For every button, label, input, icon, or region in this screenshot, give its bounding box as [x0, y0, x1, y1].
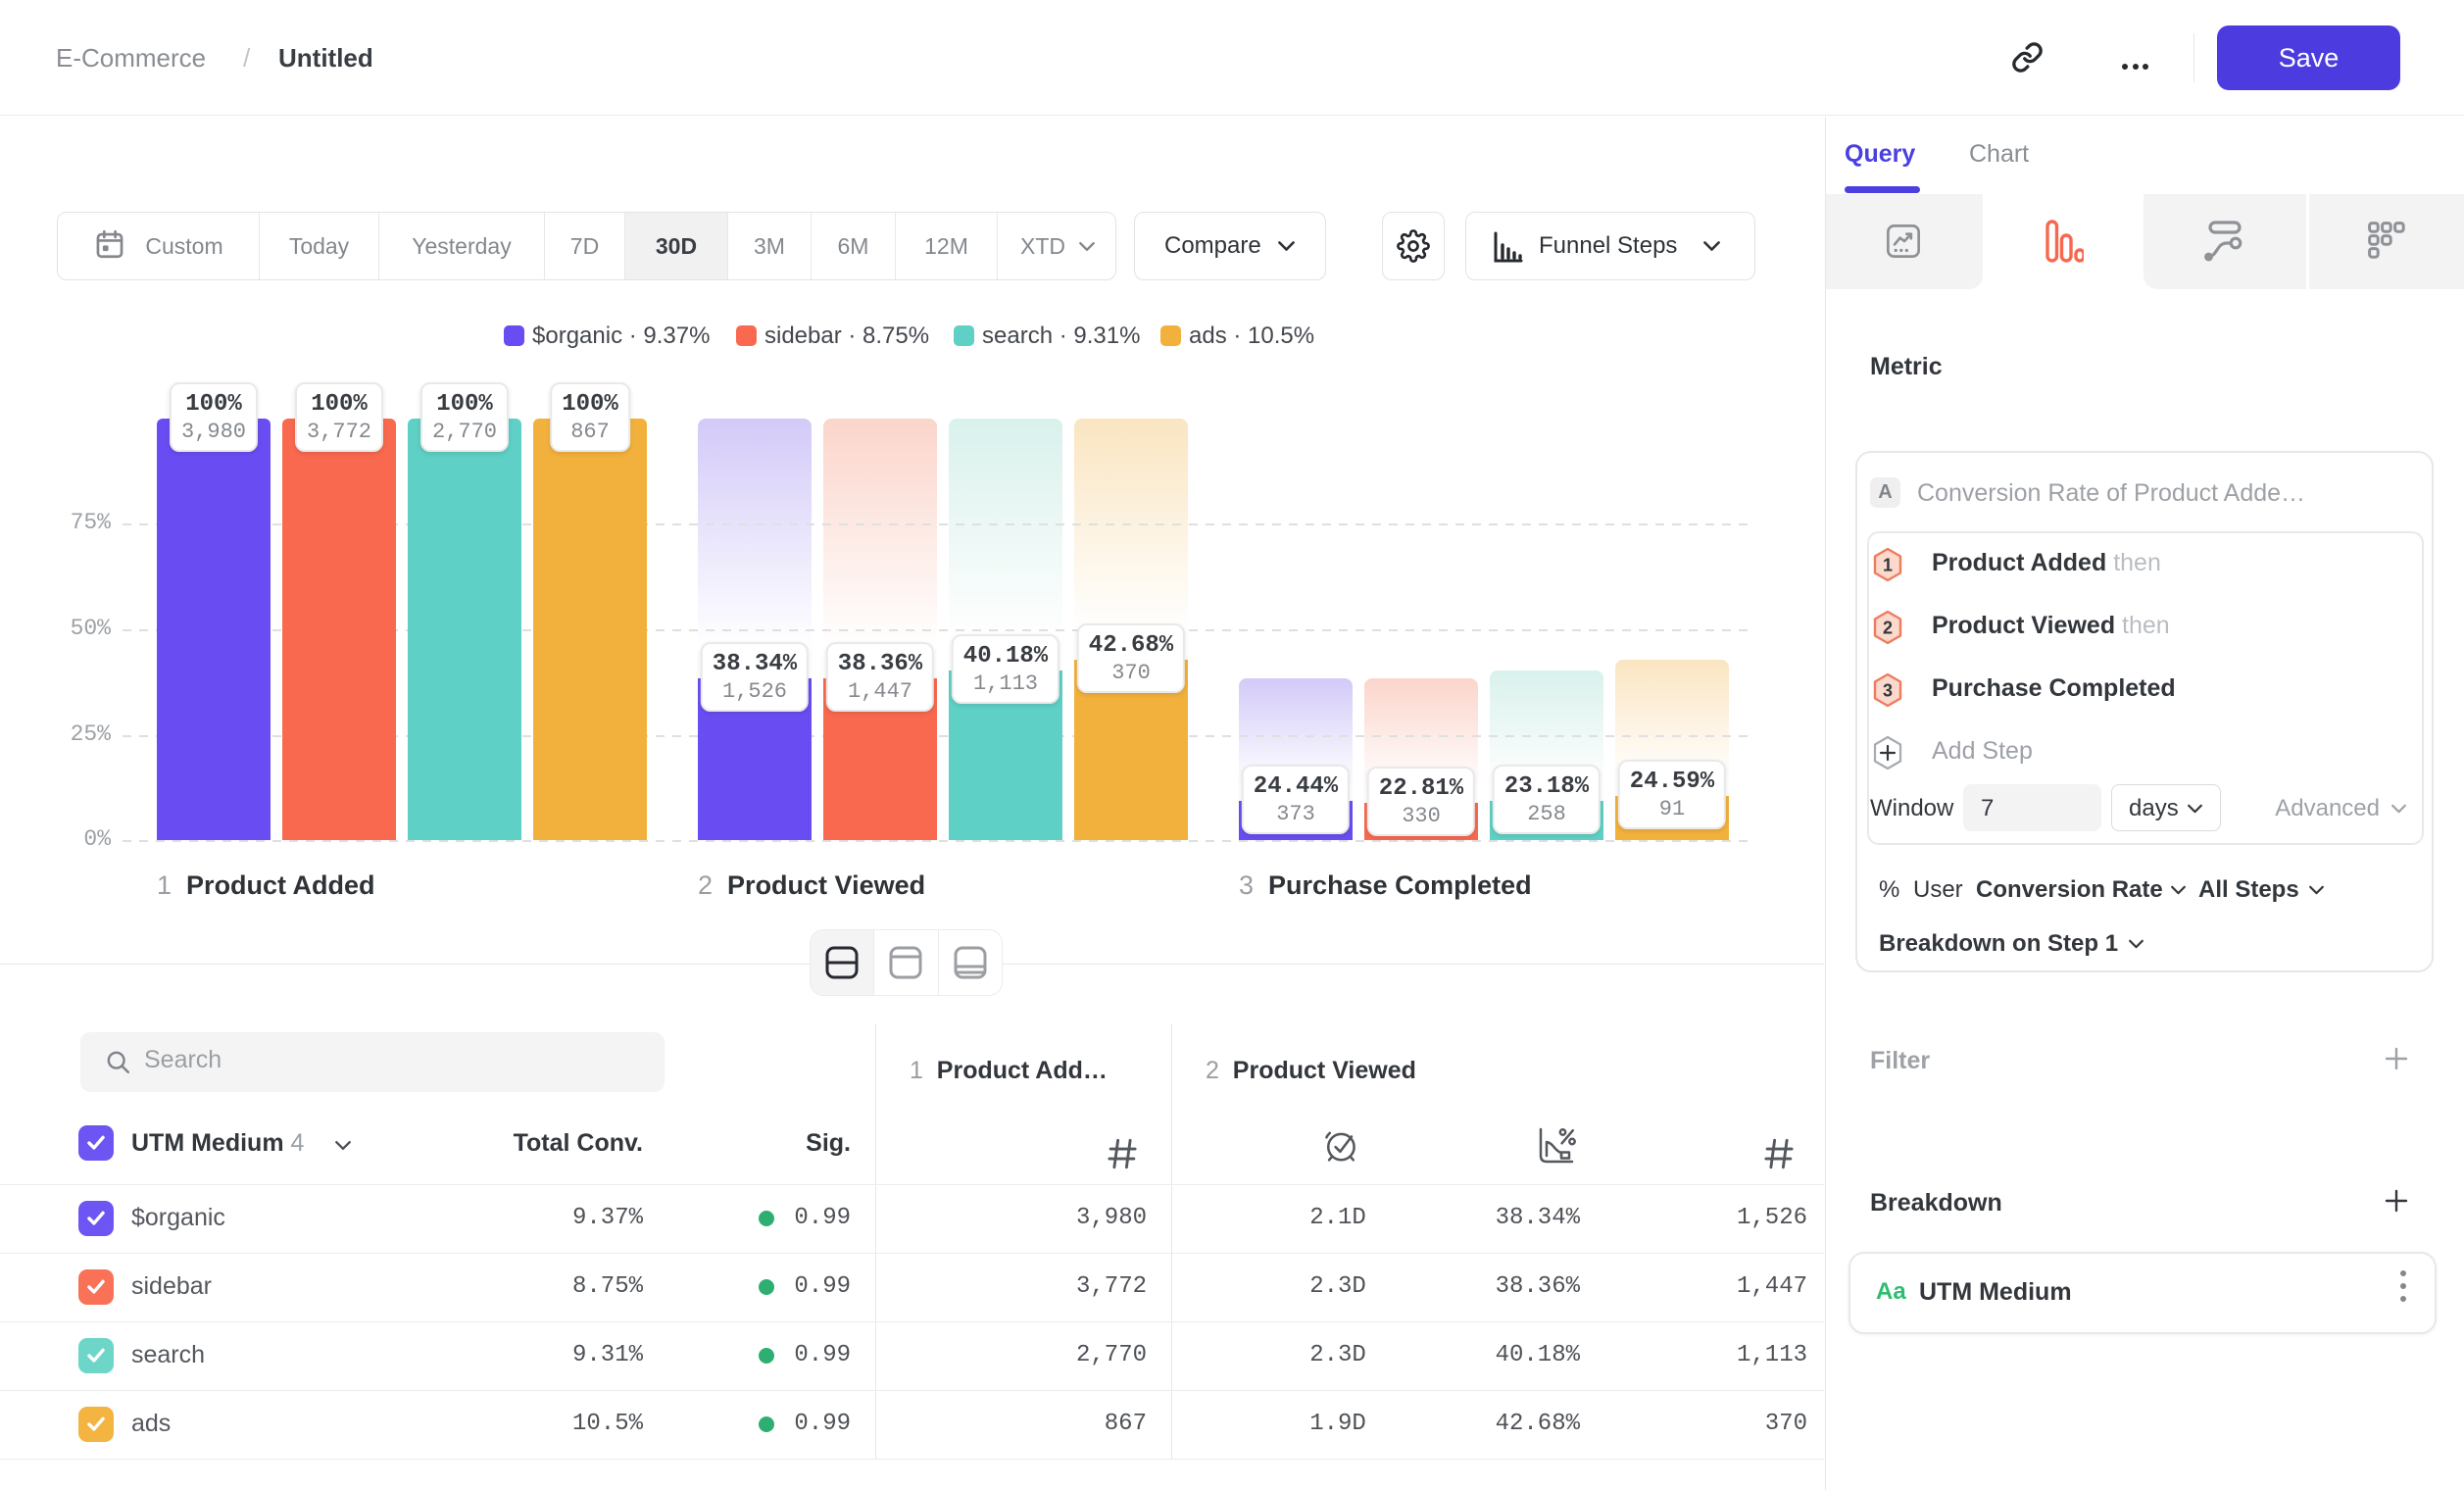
svg-text:1: 1: [1883, 556, 1893, 575]
svg-text:3: 3: [1883, 681, 1893, 701]
svg-text:2: 2: [1883, 619, 1893, 638]
